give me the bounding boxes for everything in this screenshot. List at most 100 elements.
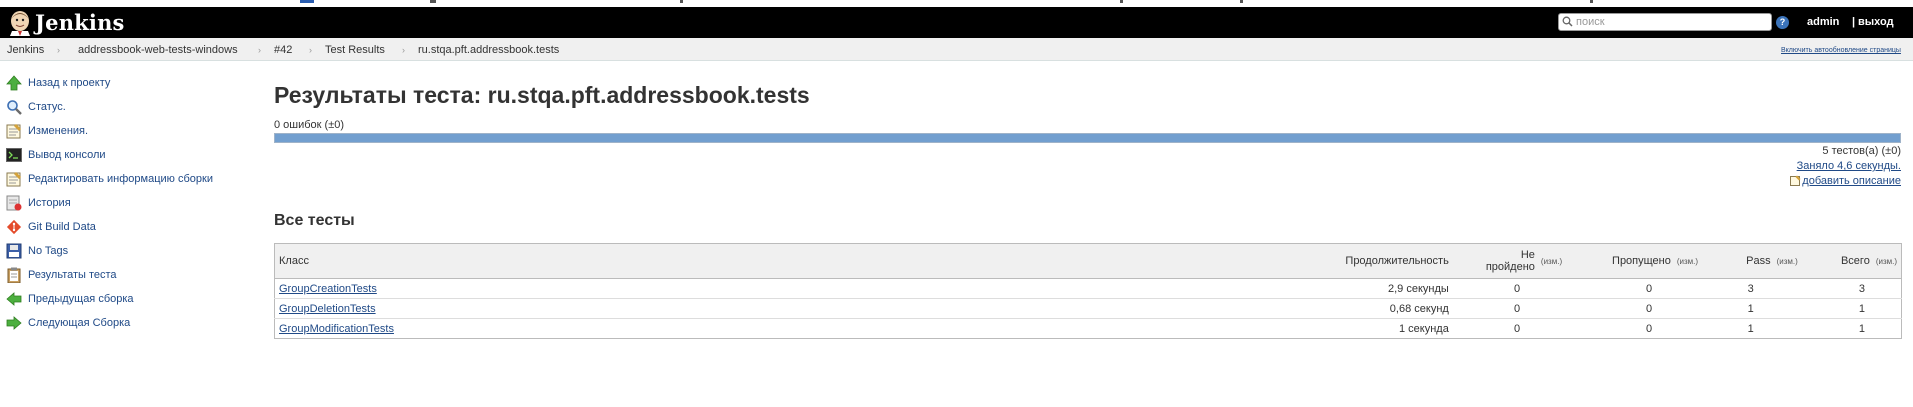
search-icon [1562, 16, 1573, 30]
skipped-cell: 0 [1566, 298, 1703, 319]
logout-link[interactable]: выход [1858, 16, 1894, 28]
sidebar-item-changes[interactable]: Изменения. [6, 122, 256, 142]
breadcrumb-package[interactable]: ru.stqa.pft.addressbook.tests [418, 44, 559, 56]
breadcrumb-test-results[interactable]: Test Results [325, 44, 385, 56]
test-results-table: Класс Продолжительность Не пройдено (изм.)… [274, 243, 1902, 339]
section-title: Все тесты [274, 212, 355, 229]
skipped-cell: 0 [1566, 318, 1703, 339]
git-icon [6, 219, 22, 235]
result-bar-pass [275, 134, 1900, 142]
add-description-label: добавить описание [1802, 175, 1901, 187]
column-header-delta: (изм.) [1540, 256, 1563, 266]
table-header-row: Класс Продолжительность Не пройдено (изм.)… [274, 243, 1902, 279]
column-header-failed[interactable]: Не пройдено (изм.) [1452, 243, 1567, 279]
column-header-label: Класс [279, 255, 309, 267]
table-row: GroupDeletionTests 0,68 секунд 0 0 1 1 [274, 298, 1902, 319]
chevron-right-icon: › [57, 45, 60, 55]
user-link[interactable]: admin [1807, 16, 1839, 28]
sidebar-item-previous-build[interactable]: Предыдущая сборка [6, 290, 256, 310]
total-cell: 3 [1801, 278, 1902, 299]
breadcrumb-jenkins[interactable]: Jenkins [7, 44, 44, 56]
sidebar-item-label: Статус. [28, 101, 66, 113]
column-header-label: Всего [1840, 255, 1870, 267]
browser-top-strip [0, 0, 1913, 7]
sidebar-item-history[interactable]: История [6, 194, 256, 214]
tests-count: 5 тестов(а) (±0) [1822, 145, 1901, 157]
notepad-icon [1790, 175, 1801, 189]
column-header-label: Продолжительность [1345, 255, 1449, 267]
skipped-cell: 0 [1566, 278, 1703, 299]
class-link[interactable]: GroupModificationTests [279, 323, 394, 335]
sidebar-item-label: Редактировать информацию сборки [28, 173, 213, 185]
failed-cell: 0 [1452, 298, 1567, 319]
sidebar-item-status[interactable]: Статус. [6, 98, 256, 118]
add-description-link[interactable]: добавить описание [1790, 175, 1901, 189]
sidebar-item-label: Результаты теста [28, 269, 117, 281]
total-cell: 1 [1801, 298, 1902, 319]
total-cell: 1 [1801, 318, 1902, 339]
notepad-icon [6, 171, 22, 187]
notepad-icon [6, 123, 22, 139]
class-cell: GroupModificationTests [274, 318, 1295, 339]
sidebar-item-console[interactable]: Вывод консоли [6, 146, 256, 166]
column-header-label: Пропущено [1612, 255, 1671, 267]
up-arrow-icon [6, 75, 22, 91]
brand-title[interactable]: Jenkins [35, 10, 125, 35]
pass-cell: 1 [1702, 298, 1802, 319]
sidebar-item-label: Назад к проекту [28, 77, 111, 89]
column-header-total[interactable]: Всего (изм.) [1801, 243, 1902, 279]
class-link[interactable]: GroupDeletionTests [279, 303, 376, 315]
duration-cell: 2,9 секунды [1294, 278, 1453, 299]
breadcrumb-build[interactable]: #42 [274, 44, 292, 56]
jenkins-logo[interactable] [7, 9, 33, 36]
sidebar-item-back-to-project[interactable]: Назад к проекту [6, 74, 256, 94]
sidebar-item-no-tags[interactable]: No Tags [6, 242, 256, 262]
header-line: Не [1520, 249, 1535, 261]
class-cell: GroupCreationTests [274, 278, 1295, 299]
breadcrumb-job[interactable]: addressbook-web-tests-windows [78, 44, 238, 56]
help-icon[interactable]: ? [1776, 16, 1789, 29]
sidebar-item-git-build-data[interactable]: Git Build Data [6, 218, 256, 238]
sidebar-item-label: Вывод консоли [28, 149, 106, 161]
test-result-bar [274, 133, 1901, 143]
top-header: Jenkins ? admin | выход [0, 7, 1913, 38]
header-separator: | [1852, 16, 1856, 28]
column-header-delta: (изм.) [1875, 257, 1897, 266]
column-header-delta: (изм.) [1776, 257, 1798, 266]
page-title: Результаты теста: ru.stqa.pft.addressboo… [274, 82, 810, 108]
column-header-pass[interactable]: Pass (изм.) [1702, 243, 1802, 279]
autorefresh-link[interactable]: Включить автообновление страницы [1781, 47, 1901, 54]
sidebar-item-next-build[interactable]: Следующая Сборка [6, 314, 256, 334]
fail-summary: 0 ошибок (±0) [274, 119, 345, 131]
chevron-right-icon: › [402, 45, 405, 55]
pass-cell: 1 [1702, 318, 1802, 339]
table-row: GroupModificationTests 1 секунда 0 0 1 1 [274, 318, 1902, 339]
failed-cell: 0 [1452, 318, 1567, 339]
sidebar-item-label: No Tags [28, 245, 69, 257]
next-arrow-icon [6, 315, 22, 331]
sidebar-item-label: Git Build Data [28, 221, 96, 233]
history-icon [6, 195, 22, 211]
chevron-right-icon: › [309, 45, 312, 55]
search-icon [6, 99, 22, 115]
pass-cell: 3 [1702, 278, 1802, 299]
terminal-icon [6, 147, 22, 163]
duration-link[interactable]: Заняло 4,6 секунды. [1797, 160, 1901, 172]
column-header-class[interactable]: Класс [274, 243, 1295, 279]
search-box[interactable] [1558, 13, 1772, 31]
failed-cell: 0 [1452, 278, 1567, 299]
previous-arrow-icon [6, 291, 22, 307]
class-link[interactable]: GroupCreationTests [279, 283, 377, 295]
column-header-label: Pass [1746, 255, 1771, 267]
duration-cell: 0,68 секунд [1294, 298, 1453, 319]
column-header-duration[interactable]: Продолжительность [1294, 243, 1453, 279]
column-header-skipped[interactable]: Пропущено (изм.) [1566, 243, 1703, 279]
chevron-right-icon: › [258, 45, 261, 55]
sidebar-item-edit-build-info[interactable]: Редактировать информацию сборки [6, 170, 256, 190]
sidebar-item-label: История [28, 197, 71, 209]
sidebar-item-test-results[interactable]: Результаты теста [6, 266, 256, 286]
breadcrumb: Jenkins › addressbook-web-tests-windows … [0, 38, 1913, 61]
table-row: GroupCreationTests 2,9 секунды 0 0 3 3 [274, 278, 1902, 299]
search-input[interactable] [1576, 15, 1768, 29]
sidebar-item-label: Предыдущая сборка [28, 293, 134, 305]
